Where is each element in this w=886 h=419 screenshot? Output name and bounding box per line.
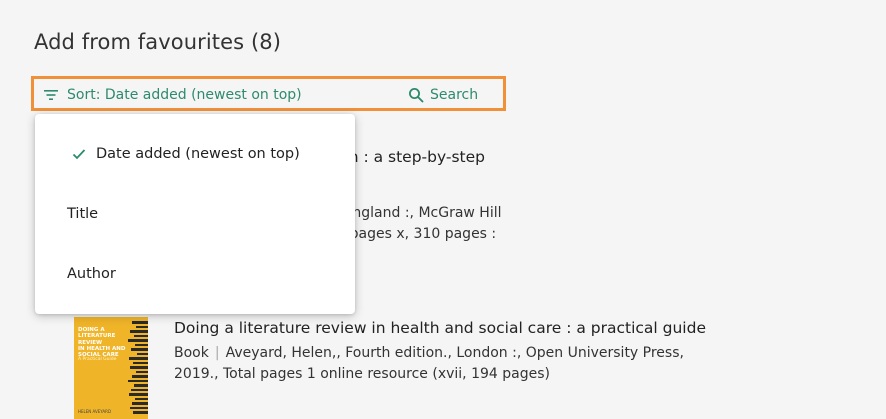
result-meta-line: Book | Aveyard, Helen,, Fourth edition., L… — [174, 343, 706, 364]
sort-option-label: Date added (newest on top) — [96, 146, 300, 162]
result-title[interactable]: Doing a literature review in health and … — [174, 318, 706, 339]
sort-option-author[interactable]: Author — [35, 244, 355, 304]
cover-line: IN HEALTH AND — [78, 345, 126, 352]
checkmark-icon — [69, 148, 89, 160]
sort-option-date-added[interactable]: Date added (newest on top) — [35, 124, 355, 184]
cover-line: LITERATURE — [78, 333, 116, 340]
sort-label: Sort: Date added (newest on top) — [67, 87, 302, 103]
separator: | — [214, 345, 220, 361]
resource-type: Book — [174, 345, 209, 361]
sort-option-label: Title — [67, 206, 99, 222]
page-title: Add from favourites (8) — [34, 30, 282, 54]
sort-option-title[interactable]: Title — [35, 184, 355, 244]
search-label: Search — [430, 87, 479, 103]
result-meta-line: 2019., Total pages 1 online resource (xv… — [174, 366, 550, 382]
result-item-2: Doing a literature review in health and … — [174, 318, 706, 385]
result-meta-text: Aveyard, Helen,, Fourth edition., London… — [225, 345, 684, 361]
cover-author: HELEN AVEYARD — [78, 409, 112, 414]
sort-button[interactable]: Sort: Date added (newest on top) — [43, 84, 302, 106]
sort-dropdown-menu: Date added (newest on top) Title Author — [35, 114, 355, 314]
search-button[interactable]: Search — [408, 84, 478, 106]
sort-search-toolbar: Sort: Date added (newest on top) Search — [31, 76, 506, 111]
filter-list-icon — [43, 88, 59, 102]
cover-line: DOING A — [78, 327, 105, 333]
book-cover-image[interactable]: DOING A LITERATURE REVIEW IN HEALTH AND … — [74, 317, 148, 419]
cover-subtitle: A Practical Guide — [78, 357, 117, 362]
sort-option-label: Author — [67, 266, 116, 282]
cover-barcode-graphic — [128, 321, 148, 414]
cover-line: REVIEW — [78, 339, 103, 346]
search-icon — [408, 87, 424, 103]
cover-title: DOING A LITERATURE REVIEW IN HEALTH AND … — [78, 327, 125, 358]
